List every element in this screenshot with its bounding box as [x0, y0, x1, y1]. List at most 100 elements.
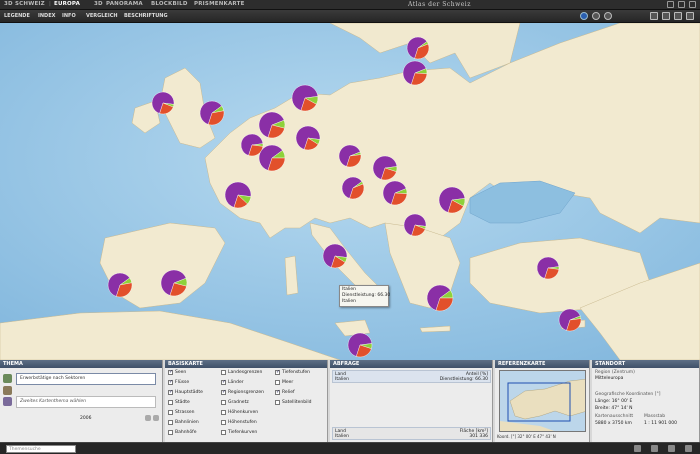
sector-pie-chart[interactable]	[322, 243, 348, 269]
checkbox-icon[interactable]	[221, 379, 226, 385]
layer-checkbox-meer[interactable]: Meer	[275, 380, 293, 385]
layer-checkbox-regionsgrenzen[interactable]: Regionsgrenzen	[221, 389, 264, 395]
sector-pie-chart[interactable]	[338, 144, 362, 168]
checkbox-icon[interactable]	[221, 389, 226, 395]
maximize-icon[interactable]	[678, 1, 685, 8]
tab-3d-prefix[interactable]: 3D	[94, 1, 103, 7]
zoom-out-icon[interactable]	[674, 12, 682, 20]
checkbox-icon[interactable]	[221, 420, 226, 425]
fullscreen-icon[interactable]	[686, 12, 694, 20]
sector-pie-chart[interactable]	[558, 308, 582, 332]
layer-checkbox-höhenstufen[interactable]: Höhenstufen	[221, 420, 257, 425]
play-icon[interactable]	[580, 12, 588, 20]
sector-pie-chart[interactable]	[406, 36, 430, 60]
layer-checkbox-landesgrenzen[interactable]: Landesgrenzen	[221, 370, 262, 375]
menu-legende[interactable]: LEGENDE	[4, 13, 30, 19]
info-icon[interactable]	[153, 415, 159, 421]
sector-pie-chart[interactable]	[295, 125, 321, 151]
layer-checkbox-flüsse[interactable]: Flüsse	[168, 379, 189, 385]
sector-pie-chart[interactable]	[240, 133, 264, 157]
layer-label: Tiefenkurven	[228, 430, 258, 435]
layer-checkbox-relief[interactable]: Relief	[275, 389, 295, 395]
layer-checkbox-länder[interactable]: Länder	[221, 379, 244, 385]
minimize-icon[interactable]	[667, 1, 674, 8]
checkbox-icon[interactable]	[221, 400, 226, 405]
menu-index[interactable]: INDEX	[38, 13, 55, 19]
checkbox-icon[interactable]	[168, 430, 173, 435]
sector-pie-chart[interactable]	[258, 144, 286, 172]
reload-icon[interactable]	[604, 12, 612, 20]
layer-checkbox-tiefenstufen[interactable]: Tiefenstufen	[275, 369, 310, 375]
checkbox-icon[interactable]	[168, 420, 173, 425]
sector-pie-chart[interactable]	[258, 111, 286, 139]
menu-beschriftung[interactable]: BESCHRIFTUNG	[124, 13, 168, 19]
tab-panorama[interactable]: PANORAMA	[106, 1, 143, 7]
checkbox-icon[interactable]	[168, 389, 173, 395]
layer-checkbox-hauptstädte[interactable]: Hauptstädte	[168, 389, 203, 395]
layer-checkbox-gradnetz[interactable]: Gradnetz	[221, 400, 249, 405]
sector-pie-chart[interactable]	[151, 91, 175, 115]
sector-pie-chart[interactable]	[372, 155, 398, 181]
tab-europa[interactable]: EUROPA	[54, 1, 80, 7]
sector-pie-chart[interactable]	[291, 84, 319, 112]
sector-pie-chart[interactable]	[347, 332, 373, 358]
checkbox-icon[interactable]	[168, 400, 173, 405]
layer-checkbox-bahnlinien[interactable]: Bahnlinien	[168, 420, 199, 425]
year-selector[interactable]: 2006	[80, 416, 91, 421]
help-icon[interactable]	[685, 445, 692, 452]
scale-label: Massstab	[644, 414, 666, 419]
chart-icon[interactable]	[3, 386, 12, 395]
theme-search-input[interactable]: Themensuche	[6, 445, 76, 453]
primary-theme-select[interactable]: Erwerbstätige nach Sektoren	[16, 373, 156, 385]
sector-pie-chart[interactable]	[402, 60, 428, 86]
tab-blockbild[interactable]: BLOCKBILD	[151, 1, 188, 7]
layer-checkbox-bahnhöfe[interactable]: Bahnhöfe	[168, 430, 197, 435]
sector-pie-chart[interactable]	[107, 272, 133, 298]
tab-prismenkarte[interactable]: PRISMENKARTE	[194, 1, 245, 7]
layers-icon[interactable]	[3, 374, 12, 383]
settings-icon[interactable]	[145, 415, 151, 421]
secondary-theme-select[interactable]: Zweites Kartenthema wählen	[16, 396, 156, 408]
close-icon[interactable]	[689, 1, 696, 8]
reference-map[interactable]	[499, 370, 586, 432]
checkbox-icon[interactable]	[221, 430, 226, 435]
menu-info[interactable]: INFO	[62, 13, 76, 19]
sector-pie-chart[interactable]	[382, 180, 408, 206]
sector-pie-chart[interactable]	[426, 284, 454, 312]
layer-checkbox-strassen[interactable]: Strassen	[168, 410, 195, 415]
sector-pie-chart[interactable]	[536, 256, 560, 280]
layer-checkbox-städte[interactable]: Städte	[168, 400, 190, 405]
checkbox-icon[interactable]	[275, 369, 280, 375]
sector-pie-chart[interactable]	[341, 176, 365, 200]
layer-checkbox-tiefenkurven[interactable]: Tiefenkurven	[221, 430, 257, 435]
checkbox-icon[interactable]	[275, 380, 280, 385]
sector-pie-chart[interactable]	[438, 186, 466, 214]
checkbox-icon[interactable]	[221, 410, 226, 415]
europe-map[interactable]: Italien Dienstleistung: 66.30 Italien	[0, 23, 700, 360]
checkbox-icon[interactable]	[275, 389, 280, 395]
sector-pie-chart[interactable]	[403, 213, 427, 237]
rotate-icon[interactable]	[592, 12, 600, 20]
checkbox-icon[interactable]	[168, 379, 173, 385]
area-val-land: Italien	[335, 434, 349, 439]
menu-vergleich[interactable]: VERGLEICH	[86, 13, 118, 19]
checkbox-icon[interactable]	[221, 370, 226, 375]
sector-pie-chart[interactable]	[199, 100, 225, 126]
tab-3d-schweiz-prefix[interactable]: 3D	[4, 1, 13, 7]
checkbox-icon[interactable]	[168, 410, 173, 415]
sector-pie-chart[interactable]	[160, 269, 188, 297]
compare-icon[interactable]	[3, 397, 12, 406]
forward-icon[interactable]	[668, 445, 675, 452]
print-icon[interactable]	[650, 12, 658, 20]
zoom-in-icon[interactable]	[662, 12, 670, 20]
layer-checkbox-seen[interactable]: Seen	[168, 369, 186, 375]
layer-checkbox-satellitenbild[interactable]: Satellitenbild	[275, 400, 312, 405]
back-icon[interactable]	[651, 445, 658, 452]
checkbox-icon[interactable]	[275, 400, 280, 405]
sector-pie-chart[interactable]	[224, 181, 252, 209]
layer-checkbox-höhenkurven[interactable]: Höhenkurven	[221, 410, 258, 415]
tab-schweiz[interactable]: SCHWEIZ	[15, 1, 45, 7]
home-icon[interactable]	[634, 445, 641, 452]
query-result-row[interactable]: Land Anteil [%] Italien Dienstleistung: …	[332, 370, 491, 383]
checkbox-icon[interactable]	[168, 369, 173, 375]
